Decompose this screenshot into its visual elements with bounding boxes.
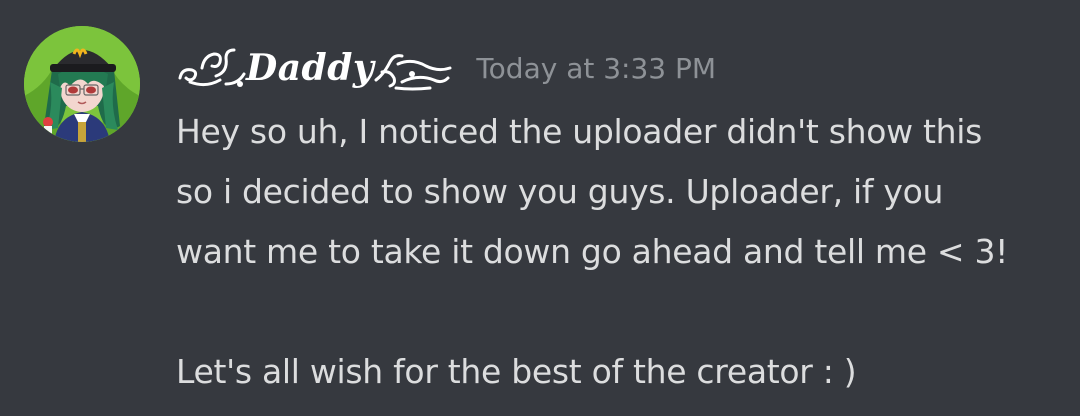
left-flourish-icon xyxy=(178,48,246,87)
right-flourish-icon xyxy=(374,54,452,91)
chat-message[interactable]: Daddy Today at 3:33 PM Hey so uh, I noti… xyxy=(0,0,1080,416)
username[interactable]: Daddy xyxy=(246,47,374,89)
user-avatar[interactable] xyxy=(24,26,140,142)
message-line: want me to take it down go ahead and tel… xyxy=(176,232,1009,271)
message-content: Hey so uh, I noticed the uploader didn't… xyxy=(176,102,1056,402)
message-header: Daddy Today at 3:33 PM xyxy=(176,36,716,100)
message-line: Let's all wish for the best of the creat… xyxy=(176,352,857,391)
message-timestamp: Today at 3:33 PM xyxy=(476,51,717,85)
chat-view: Daddy Today at 3:33 PM Hey so uh, I noti… xyxy=(0,0,1080,416)
anime-avatar-icon xyxy=(24,26,140,142)
message-line: so i decided to show you guys. Uploader,… xyxy=(176,172,944,211)
message-line: Hey so uh, I noticed the uploader didn't… xyxy=(176,112,983,151)
